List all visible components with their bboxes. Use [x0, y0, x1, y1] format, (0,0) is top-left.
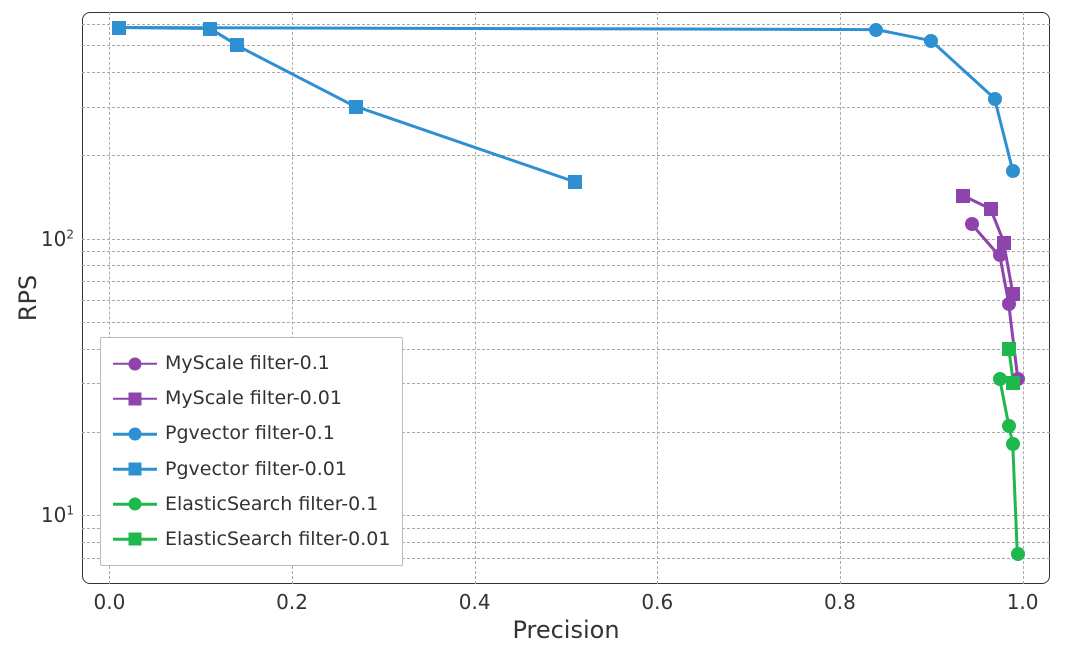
- x-tick-label: 0.8: [824, 590, 856, 614]
- legend-label: Pgvector filter-0.1: [165, 416, 335, 451]
- y-tick-label: 102: [41, 227, 74, 251]
- data-point: [112, 21, 126, 35]
- legend-swatch: [113, 528, 157, 550]
- data-point: [1006, 287, 1020, 301]
- data-point: [568, 175, 582, 189]
- data-point: [230, 38, 244, 52]
- legend-label: MyScale filter-0.1: [165, 346, 330, 381]
- series-line-segment: [237, 44, 357, 108]
- data-point: [1006, 164, 1020, 178]
- legend-label: MyScale filter-0.01: [165, 381, 342, 416]
- legend-label: ElasticSearch filter-0.01: [165, 522, 390, 557]
- legend-entry: Pgvector filter-0.01: [113, 452, 390, 487]
- data-point: [203, 22, 217, 36]
- data-point: [1002, 342, 1016, 356]
- data-point: [1006, 437, 1020, 451]
- chart-container: MyScale filter-0.1MyScale filter-0.01Pgv…: [0, 0, 1080, 648]
- y-tick-label: 101: [41, 503, 74, 527]
- legend-entry: Pgvector filter-0.1: [113, 416, 390, 451]
- legend-swatch: [113, 353, 157, 375]
- series-line-segment: [119, 26, 877, 31]
- x-tick-label: 0.6: [641, 590, 673, 614]
- x-tick-label: 0.4: [459, 590, 491, 614]
- legend-swatch: [113, 388, 157, 410]
- x-tick-label: 0.0: [93, 590, 125, 614]
- data-point: [924, 34, 938, 48]
- x-tick-label: 0.2: [276, 590, 308, 614]
- data-point: [993, 372, 1007, 386]
- series-line-segment: [356, 106, 576, 184]
- legend-label: ElasticSearch filter-0.1: [165, 487, 378, 522]
- series-line-segment: [994, 99, 1015, 172]
- series-line-segment: [1012, 444, 1019, 554]
- legend-label: Pgvector filter-0.01: [165, 452, 347, 487]
- data-point: [349, 100, 363, 114]
- data-point: [1002, 419, 1016, 433]
- legend-swatch: [113, 493, 157, 515]
- series-line-segment: [876, 28, 931, 41]
- series-line-segment: [119, 26, 210, 30]
- plot-area: MyScale filter-0.1MyScale filter-0.01Pgv…: [82, 12, 1050, 584]
- data-point: [984, 202, 998, 216]
- legend: MyScale filter-0.1MyScale filter-0.01Pgv…: [100, 337, 403, 566]
- data-point: [1006, 376, 1020, 390]
- legend-swatch: [113, 423, 157, 445]
- data-point: [965, 217, 979, 231]
- data-point: [988, 92, 1002, 106]
- x-axis-label: Precision: [512, 616, 619, 644]
- y-axis-label: RPS: [14, 275, 42, 321]
- data-point: [1011, 547, 1025, 561]
- data-point: [869, 23, 883, 37]
- legend-entry: MyScale filter-0.1: [113, 346, 390, 381]
- legend-entry: MyScale filter-0.01: [113, 381, 390, 416]
- x-tick-label: 1.0: [1007, 590, 1039, 614]
- legend-swatch: [113, 458, 157, 480]
- data-point: [956, 189, 970, 203]
- legend-entry: ElasticSearch filter-0.01: [113, 522, 390, 557]
- data-point: [997, 236, 1011, 250]
- series-line-segment: [930, 40, 996, 100]
- legend-entry: ElasticSearch filter-0.1: [113, 487, 390, 522]
